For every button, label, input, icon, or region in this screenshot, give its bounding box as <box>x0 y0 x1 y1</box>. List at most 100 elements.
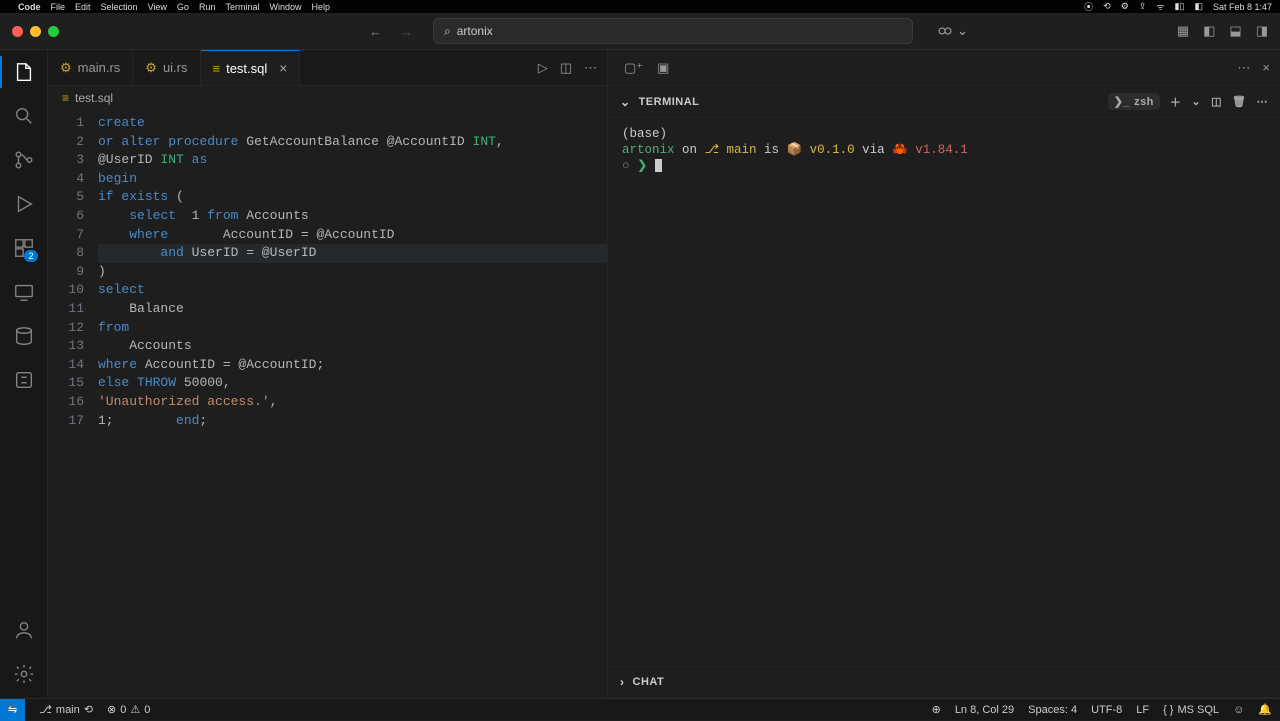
menu-help[interactable]: Help <box>311 2 330 12</box>
source-control-icon[interactable] <box>12 148 36 172</box>
branch-status[interactable]: ⎇main ⟲ <box>39 703 93 716</box>
command-center-search[interactable]: ⌕ artonix <box>433 18 913 44</box>
term-base: (base) <box>622 127 667 141</box>
more-actions-icon[interactable]: ⋯ <box>1257 95 1269 108</box>
branch-icon: ⎇ <box>39 703 52 716</box>
chevron-down-icon[interactable]: ⌄ <box>1191 95 1201 108</box>
terminal-body[interactable]: (base) artonix on ⎇ main is 📦 v0.1.0 via… <box>608 118 1280 666</box>
close-panel-icon[interactable]: × <box>1262 60 1270 75</box>
line-numbers-gutter: 1234567891011121314151617 <box>48 110 98 698</box>
chevron-down-icon: ⌄ <box>957 23 968 39</box>
zoom-icon: ⊕ <box>932 703 941 716</box>
editor-tabs: ⚙ main.rs ⚙ ui.rs ≡ test.sql × ▷ ◫ ⋯ <box>48 50 607 86</box>
rust-file-icon: ⚙ <box>60 60 72 76</box>
more-actions-icon[interactable]: ⋯ <box>584 60 597 76</box>
nav-forward-icon[interactable]: → <box>400 24 413 39</box>
term-rustver: v1.84.1 <box>915 143 968 157</box>
cursor-position[interactable]: Ln 8, Col 29 <box>955 703 1014 716</box>
menu-window[interactable]: Window <box>269 2 301 12</box>
terminal-profile-icon[interactable]: ▣ <box>657 60 669 76</box>
app-name[interactable]: Code <box>18 2 41 12</box>
account-icon[interactable] <box>12 618 36 642</box>
tab-label: ui.rs <box>163 60 188 75</box>
window-controls <box>12 26 59 37</box>
split-terminal-icon[interactable]: ◫ <box>1211 95 1222 108</box>
term-on: on <box>682 143 697 157</box>
code-content[interactable]: createor alter procedure GetAccountBalan… <box>98 110 607 698</box>
copilot-menu[interactable]: ⌄ <box>937 23 968 39</box>
wifi-icon[interactable]: ᯤ <box>1156 0 1164 13</box>
error-icon: ⊗ <box>107 703 116 716</box>
remote-indicator[interactable]: ⇋ <box>0 699 25 721</box>
more-actions-icon[interactable]: ⋯ <box>1237 60 1250 76</box>
terminal-title: TERMINAL <box>639 96 700 108</box>
terminal-section-header[interactable]: ⌄ TERMINAL ❯_ zsh ＋ ⌄ ◫ 🗑 ⋯ <box>608 86 1280 118</box>
feedback-icon[interactable]: ☺ <box>1233 703 1244 716</box>
shell-selector[interactable]: ❯_ zsh <box>1108 93 1160 110</box>
panel-bottom-icon[interactable]: ⬓ <box>1229 23 1241 39</box>
menu-run[interactable]: Run <box>199 2 216 12</box>
close-tab-icon[interactable]: × <box>279 60 287 76</box>
battery-icon[interactable]: ▮▯ <box>1175 1 1185 12</box>
tray-icon[interactable]: ⇪ <box>1139 1 1147 12</box>
split-editor-icon[interactable]: ◫ <box>560 60 572 76</box>
minimize-window-button[interactable] <box>30 26 41 37</box>
sql-file-icon: ≡ <box>62 91 69 105</box>
tray-icon[interactable]: ⟲ <box>1103 1 1111 12</box>
layout-grid-icon[interactable]: ▦ <box>1177 23 1189 39</box>
nav-back-icon[interactable]: ← <box>369 24 382 39</box>
indent-status[interactable]: Spaces: 4 <box>1028 703 1077 716</box>
term-via: via <box>862 143 885 157</box>
chat-section-header[interactable]: › CHAT <box>608 666 1280 698</box>
search-icon[interactable] <box>12 104 36 128</box>
panel-right-icon[interactable]: ◨ <box>1256 23 1268 39</box>
mac-menubar: Code File Edit Selection View Go Run Ter… <box>0 0 1280 13</box>
zoom-status[interactable]: ⊕ <box>932 703 941 716</box>
editor-group: ⚙ main.rs ⚙ ui.rs ≡ test.sql × ▷ ◫ ⋯ <box>48 50 608 698</box>
eol-status[interactable]: LF <box>1136 703 1149 716</box>
menu-file[interactable]: File <box>51 2 66 12</box>
sql-file-icon: ≡ <box>213 61 221 76</box>
run-file-icon[interactable]: ▷ <box>538 60 548 76</box>
language-status[interactable]: { } MS SQL <box>1163 703 1219 716</box>
menu-go[interactable]: Go <box>177 2 189 12</box>
code-editor[interactable]: 1234567891011121314151617 createor alter… <box>48 110 607 698</box>
run-debug-icon[interactable] <box>12 192 36 216</box>
notifications-icon[interactable]: 🔔 <box>1258 703 1272 716</box>
tray-icon[interactable]: ⦿ <box>1084 0 1093 13</box>
new-terminal-icon[interactable]: ▢⁺ <box>624 60 643 76</box>
control-center-icon[interactable]: ◧ <box>1194 1 1203 12</box>
search-icon: ⌕ <box>444 24 451 39</box>
menu-terminal[interactable]: Terminal <box>225 2 259 12</box>
tab-main-rs[interactable]: ⚙ main.rs <box>48 50 133 85</box>
terminal-cursor <box>655 159 662 172</box>
explorer-icon[interactable] <box>12 60 36 84</box>
title-bar: ← → ⌕ artonix ⌄ ▦ ◧ ⬓ ◨ <box>0 13 1280 50</box>
menu-selection[interactable]: Selection <box>101 2 138 12</box>
problems-status[interactable]: ⊗0 ⚠0 <box>107 703 150 716</box>
tab-ui-rs[interactable]: ⚙ ui.rs <box>133 50 200 85</box>
menu-edit[interactable]: Edit <box>75 2 91 12</box>
panel-left-icon[interactable]: ◧ <box>1203 23 1215 39</box>
sql-tools-icon[interactable] <box>12 368 36 392</box>
database-icon[interactable] <box>12 324 36 348</box>
extensions-icon[interactable]: 2 <box>12 236 36 260</box>
terminal-icon: ❯_ <box>1114 95 1130 108</box>
term-pkgver: v0.1.0 <box>810 143 855 157</box>
menu-view[interactable]: View <box>148 2 167 12</box>
tab-test-sql[interactable]: ≡ test.sql × <box>201 50 301 85</box>
chat-title: CHAT <box>633 676 665 688</box>
warning-icon: ⚠ <box>130 703 140 716</box>
settings-gear-icon[interactable] <box>12 662 36 686</box>
breadcrumb[interactable]: ≡ test.sql <box>48 86 607 110</box>
encoding-status[interactable]: UTF-8 <box>1091 703 1122 716</box>
clock[interactable]: Sat Feb 8 1:47 <box>1213 2 1272 12</box>
close-window-button[interactable] <box>12 26 23 37</box>
shell-name: zsh <box>1134 96 1154 108</box>
tray-icon[interactable]: ⚙ <box>1121 1 1129 12</box>
kill-terminal-icon[interactable]: 🗑 <box>1232 95 1246 108</box>
remote-explorer-icon[interactable] <box>12 280 36 304</box>
zoom-window-button[interactable] <box>48 26 59 37</box>
term-is: is <box>764 143 779 157</box>
add-terminal-icon[interactable]: ＋ <box>1170 94 1182 110</box>
